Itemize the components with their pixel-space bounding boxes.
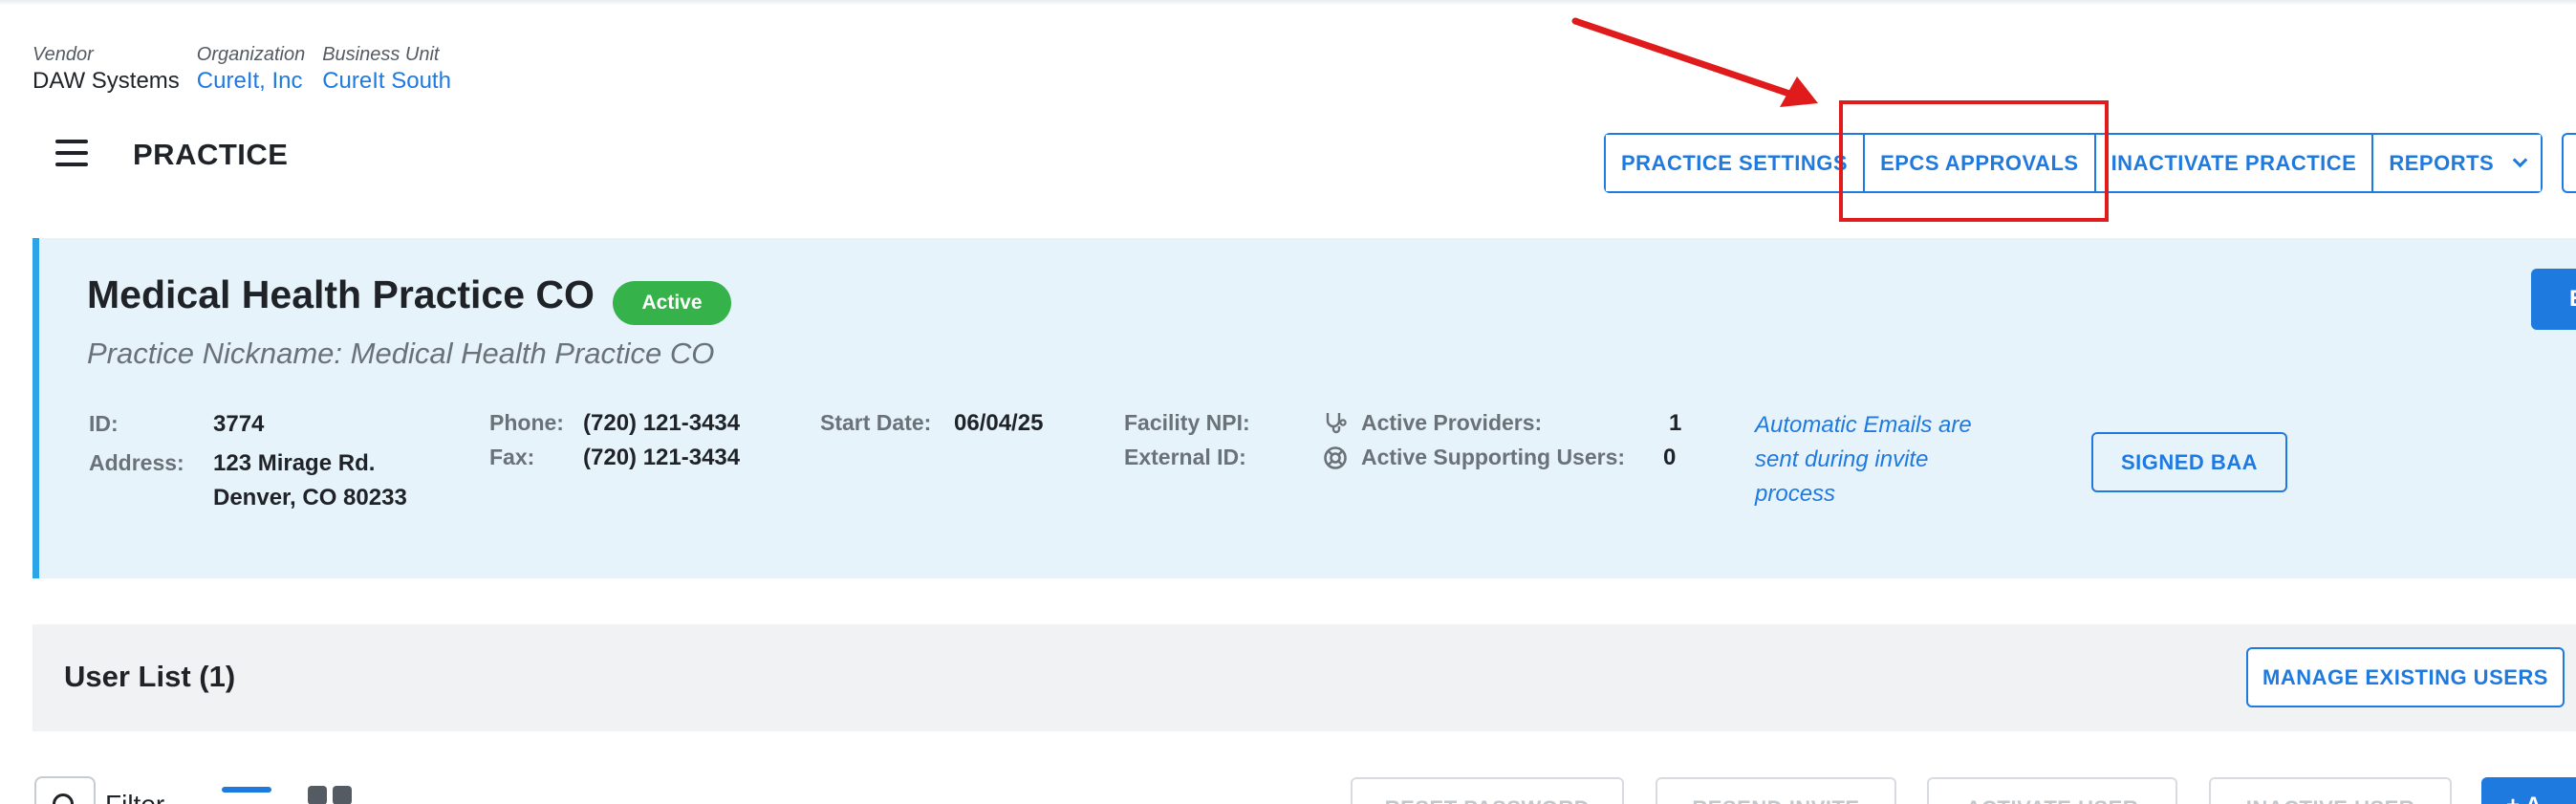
overflow-button[interactable]	[2562, 133, 2576, 193]
lifebuoy-icon	[1324, 446, 1347, 469]
facility-npi-label: Facility NPI:	[1124, 410, 1250, 435]
start-date-value: 06/04/25	[954, 410, 1044, 436]
user-list-header	[32, 624, 2576, 731]
business-unit-label: Business Unit	[322, 44, 440, 65]
list-view-icon[interactable]	[222, 787, 271, 793]
manage-existing-users-button[interactable]: MANAGE EXISTING USERS	[2246, 647, 2565, 707]
breadcrumb-organization: Organization CureIt, Inc	[197, 42, 305, 96]
chevron-down-icon	[2512, 152, 2528, 168]
breadcrumb-vendor: Vendor DAW Systems	[32, 42, 180, 96]
user-list-title: User List (1)	[64, 660, 236, 693]
active-providers-label: Active Providers:	[1361, 410, 1543, 435]
address-line2: Denver, CO 80233	[213, 485, 407, 511]
add-user-button[interactable]: + A	[2481, 777, 2576, 804]
stethoscope-icon	[1326, 413, 1347, 434]
practice-nickname: Practice Nickname: Medical Health Practi…	[87, 337, 715, 370]
auto-email-note: Automatic Emails are sent during invite …	[1755, 412, 1972, 507]
annotation-highlight-box	[1839, 100, 2109, 222]
breadcrumb: Vendor DAW Systems Organization CureIt, …	[32, 42, 451, 96]
menu-icon[interactable]	[55, 140, 88, 168]
active-supporting-users-label: Active Supporting Users:	[1361, 445, 1626, 469]
active-providers-value: 1	[1669, 410, 1682, 436]
fax-label: Fax:	[489, 445, 535, 469]
grid-view-icon[interactable]	[308, 786, 352, 804]
reports-label: REPORTS	[2389, 150, 2495, 175]
address-label: Address:	[89, 450, 184, 475]
top-shadow	[0, 0, 2576, 6]
organization-link[interactable]: CureIt, Inc	[197, 67, 305, 96]
reset-password-button[interactable]: RESET PASSWORD	[1351, 777, 1624, 804]
edit-practice-button[interactable]: E	[2531, 269, 2576, 330]
status-badge: Active	[613, 281, 731, 325]
practice-name: Medical Health Practice CO	[87, 272, 595, 316]
id-value: 3774	[213, 411, 265, 437]
phone-label: Phone:	[489, 410, 564, 435]
page-title: PRACTICE	[133, 138, 289, 171]
practice-settings-button[interactable]: PRACTICE SETTINGS	[1606, 135, 1866, 191]
filter-label: Filter	[105, 790, 164, 804]
breadcrumb-business-unit: Business Unit CureIt South	[322, 42, 451, 96]
business-unit-link[interactable]: CureIt South	[322, 67, 451, 96]
vendor-label: Vendor	[32, 44, 94, 65]
organization-label: Organization	[196, 44, 306, 65]
activate-user-button[interactable]: ACTIVATE USER	[1927, 777, 2177, 804]
annotation-arrow-icon	[1571, 17, 1818, 107]
id-label: ID:	[89, 411, 119, 436]
active-supporting-users-value: 0	[1663, 445, 1677, 470]
signed-baa-button[interactable]: SIGNED BAA	[2091, 432, 2287, 492]
start-date-label: Start Date:	[820, 410, 932, 435]
fax-value: (720) 121-3434	[583, 445, 741, 470]
external-id-label: External ID:	[1124, 445, 1246, 469]
reports-dropdown[interactable]: REPORTS	[2373, 135, 2542, 191]
phone-value: (720) 121-3434	[583, 410, 741, 436]
inactive-user-button[interactable]: INACTIVE USER	[2209, 777, 2452, 804]
address-line1: 123 Mirage Rd.	[213, 450, 376, 476]
inactivate-practice-button[interactable]: INACTIVATE PRACTICE	[2095, 135, 2374, 191]
vendor-value: DAW Systems	[32, 68, 180, 94]
resend-invite-button[interactable]: RESEND INVITE	[1656, 777, 1896, 804]
